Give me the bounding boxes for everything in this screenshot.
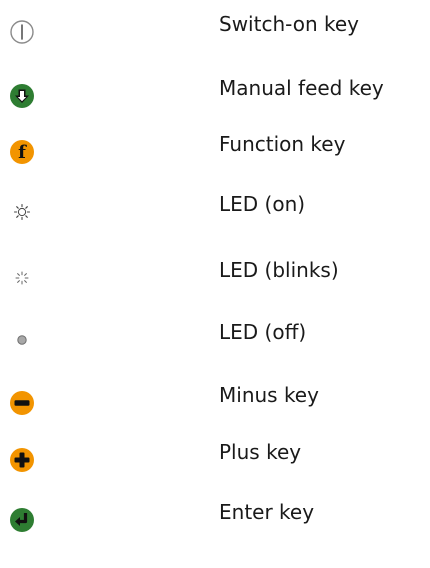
legend-row-led-off: LED (off) (0, 320, 430, 360)
legend-row-enter: Enter key (0, 500, 430, 540)
legend-row-minus: Minus key (0, 383, 430, 423)
svg-text:f: f (18, 142, 27, 163)
power-key-icon (8, 18, 36, 46)
legend-row-led-blinks: LED (blinks) (0, 258, 430, 298)
legend-row-function: f Function key (0, 132, 430, 172)
legend-label-led-off: LED (off) (219, 320, 307, 344)
enter-key-icon (8, 506, 36, 534)
legend-row-manual-feed: Manual feed key (0, 76, 430, 116)
legend-row-plus: Plus key (0, 440, 430, 480)
minus-key-icon (8, 389, 36, 417)
manual-feed-arrow-icon (8, 82, 36, 110)
plus-key-icon (8, 446, 36, 474)
legend-label-switch-on: Switch-on key (219, 12, 359, 36)
legend-label-plus: Plus key (219, 440, 302, 464)
legend-label-led-blinks: LED (blinks) (219, 258, 339, 282)
function-f-icon: f (8, 138, 36, 166)
led-off-icon (8, 326, 36, 354)
legend-row-led-on: LED (on) (0, 192, 430, 232)
legend-row-switch-on: Switch-on key (0, 12, 430, 52)
led-on-icon (8, 198, 36, 226)
legend-label-minus: Minus key (219, 383, 319, 407)
legend-label-function: Function key (219, 132, 346, 156)
legend-label-led-on: LED (on) (219, 192, 306, 216)
legend-label-enter: Enter key (219, 500, 315, 524)
legend-label-manual-feed: Manual feed key (219, 76, 384, 100)
led-blink-icon (8, 264, 36, 292)
